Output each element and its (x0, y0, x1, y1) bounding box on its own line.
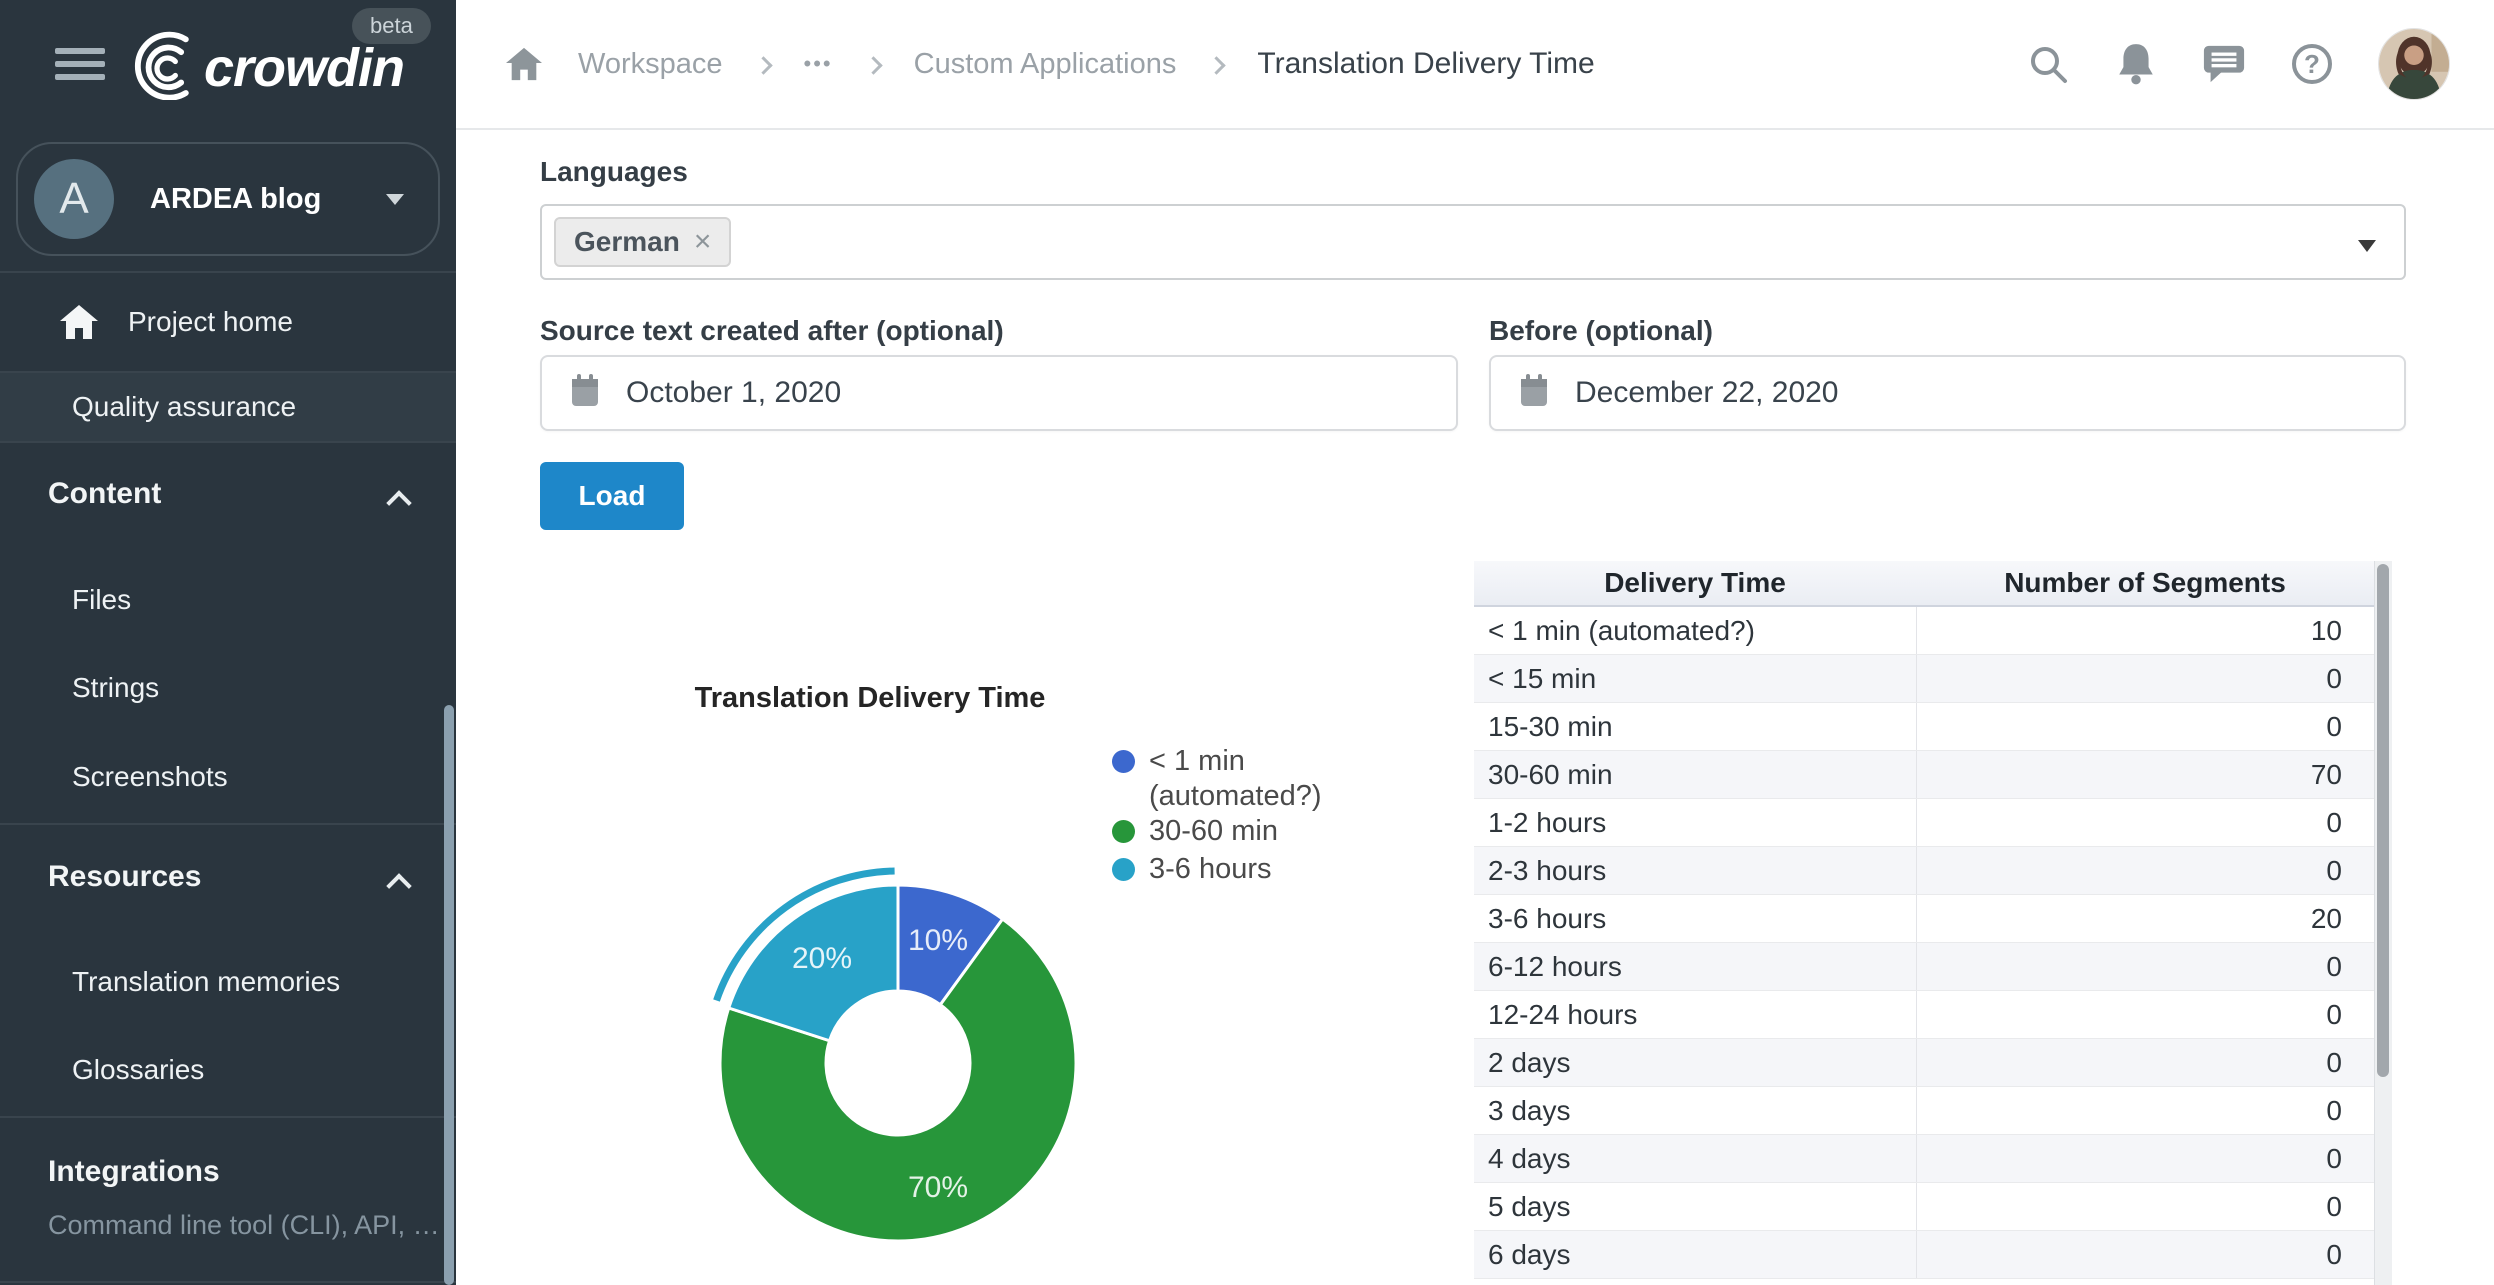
table-row[interactable]: 12-24 hours0 (1474, 991, 2392, 1039)
chat-icon[interactable] (2202, 42, 2246, 86)
created-after-value: October 1, 2020 (626, 376, 841, 410)
project-avatar: A (34, 159, 114, 239)
donut-chart: 10% 70% 20% (698, 863, 1098, 1263)
table-row[interactable]: 6 days0 (1474, 1231, 2392, 1279)
segments-table: Delivery Time Number of Segments < 1 min… (1474, 561, 2392, 1285)
crowdin-logo-text: crowdin (204, 37, 404, 99)
created-after-label: Source text created after (optional) (540, 315, 1004, 347)
tag-label: German (574, 226, 680, 258)
slice-label-70: 70% (908, 1171, 968, 1204)
project-name: ARDEA blog (150, 183, 386, 216)
sidebar-item-project-home[interactable]: Project home (0, 282, 456, 362)
crowdin-logo-icon (120, 30, 198, 105)
help-icon[interactable]: ? (2290, 42, 2334, 86)
table-row[interactable]: 3-6 hours20 (1474, 895, 2392, 943)
languages-label: Languages (540, 156, 688, 188)
calendar-icon (1519, 374, 1549, 413)
breadcrumb-ellipsis[interactable]: ••• (804, 51, 833, 77)
divider (0, 1116, 456, 1118)
legend-dot-blue (1112, 750, 1135, 773)
column-header-delivery-time: Delivery Time (1474, 561, 1916, 605)
chevron-right-icon (1208, 56, 1226, 74)
legend-item[interactable]: 30-60 min (1112, 815, 1278, 848)
legend-item[interactable]: < 1 min (1112, 745, 1245, 778)
breadcrumb-current-page: Translation Delivery Time (1257, 47, 1594, 81)
slice-label-10: 10% (908, 924, 968, 957)
table-row[interactable]: 6-12 hours0 (1474, 943, 2392, 991)
breadcrumb-custom-applications[interactable]: Custom Applications (914, 48, 1177, 81)
legend-item[interactable]: 3-6 hours (1112, 853, 1272, 886)
table-body: < 1 min (automated?)10 < 15 min0 15-30 m… (1474, 607, 2392, 1279)
load-button[interactable]: Load (540, 462, 684, 530)
table-scrollbar-thumb[interactable] (2377, 564, 2389, 1077)
table-row[interactable]: 5 days0 (1474, 1183, 2392, 1231)
header-icons: ? (2026, 0, 2450, 128)
hamburger-menu-icon[interactable] (55, 48, 105, 80)
breadcrumb-workspace[interactable]: Workspace (578, 48, 723, 81)
integrations-subtitle: Command line tool (CLI), API, … (48, 1210, 440, 1241)
legend-dot-teal (1112, 858, 1135, 881)
sidebar-item-screenshots[interactable]: Screenshots (0, 757, 456, 797)
divider (0, 823, 456, 825)
sidebar-section-integrations[interactable]: Integrations (48, 1155, 220, 1189)
chevron-up-icon[interactable] (386, 490, 411, 515)
table-row[interactable]: < 15 min0 (1474, 655, 2392, 703)
column-header-number-of-segments: Number of Segments (1916, 561, 2374, 605)
table-row[interactable]: 2-3 hours0 (1474, 847, 2392, 895)
table-row[interactable]: 1-2 hours0 (1474, 799, 2392, 847)
legend-item-wrap: (automated?) (1149, 780, 1322, 813)
sidebar-item-label: Quality assurance (72, 391, 296, 423)
sidebar-item-translation-memories[interactable]: Translation memories (0, 962, 456, 1002)
before-value: December 22, 2020 (1575, 376, 1839, 410)
sidebar-item-strings[interactable]: Strings (0, 668, 456, 708)
created-after-input[interactable]: October 1, 2020 (540, 355, 1458, 431)
chevron-right-icon (864, 56, 882, 74)
before-label: Before (optional) (1489, 315, 1713, 347)
home-icon (60, 305, 98, 339)
chart-title: Translation Delivery Time (540, 682, 1200, 715)
divider (0, 271, 456, 273)
dropdown-caret-icon[interactable] (2358, 240, 2376, 252)
sidebar-section-resources[interactable]: Resources (48, 860, 201, 894)
table-row[interactable]: 30-60 min70 (1474, 751, 2392, 799)
search-icon[interactable] (2026, 42, 2070, 86)
sidebar-item-glossaries[interactable]: Glossaries (0, 1050, 456, 1090)
sidebar: crowdin beta A ARDEA blog Project home Q… (0, 0, 456, 1285)
sidebar-item-quality-assurance[interactable]: Quality assurance (0, 371, 456, 443)
legend-dot-green (1112, 820, 1135, 843)
bell-icon[interactable] (2114, 42, 2158, 86)
chevron-up-icon[interactable] (386, 873, 411, 898)
table-row[interactable]: 15-30 min0 (1474, 703, 2392, 751)
main-area: Workspace ••• Custom Applications Transl… (456, 0, 2494, 1285)
sidebar-item-files[interactable]: Files (0, 580, 456, 620)
remove-tag-icon[interactable]: × (694, 225, 712, 259)
sidebar-item-label: Project home (128, 306, 293, 338)
calendar-icon (570, 374, 600, 413)
divider (0, 1281, 456, 1283)
selected-language-tag: German × (554, 217, 731, 267)
table-scrollbar[interactable] (2374, 561, 2392, 1285)
table-row[interactable]: 3 days0 (1474, 1087, 2392, 1135)
table-row[interactable]: 2 days0 (1474, 1039, 2392, 1087)
breadcrumb: Workspace ••• Custom Applications Transl… (504, 0, 1595, 128)
table-row[interactable]: < 1 min (automated?)10 (1474, 607, 2392, 655)
table-header: Delivery Time Number of Segments (1474, 561, 2392, 607)
chevron-right-icon (754, 56, 772, 74)
languages-select[interactable]: German × (540, 204, 2406, 280)
top-header: Workspace ••• Custom Applications Transl… (456, 0, 2494, 130)
home-icon[interactable] (504, 42, 544, 86)
user-avatar[interactable] (2378, 28, 2450, 100)
table-row[interactable]: 4 days0 (1474, 1135, 2392, 1183)
before-input[interactable]: December 22, 2020 (1489, 355, 2406, 431)
sidebar-scrollbar[interactable] (444, 705, 454, 1285)
project-switcher[interactable]: A ARDEA blog (16, 142, 440, 256)
caret-down-icon (386, 194, 404, 205)
sidebar-section-content[interactable]: Content (48, 477, 161, 511)
beta-badge: beta (352, 8, 431, 44)
slice-label-20: 20% (792, 942, 852, 975)
